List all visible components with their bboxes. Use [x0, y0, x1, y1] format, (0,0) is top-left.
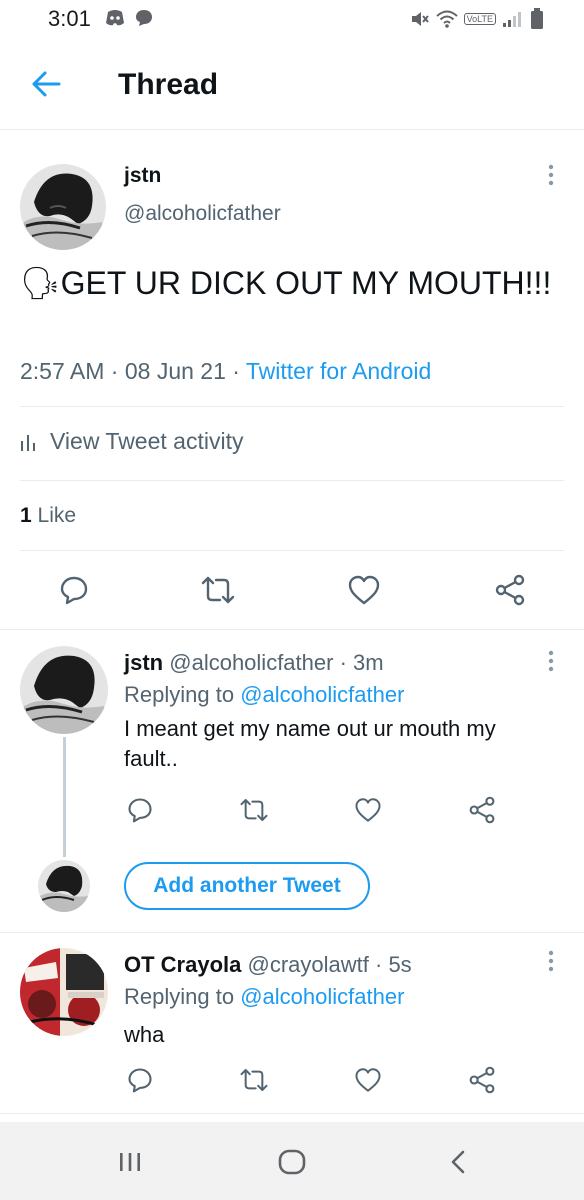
arrow-left-icon [32, 71, 61, 97]
wifi-icon [435, 10, 458, 28]
reply-tweet[interactable]: OT Crayola @crayolawtf · 5s Replying to … [0, 934, 584, 1114]
tweet-meta: 2:57 AM · 08 Jun 21 · Twitter for Androi… [20, 358, 432, 384]
likes-count[interactable]: 1 Like [20, 504, 76, 528]
divider [0, 932, 584, 933]
reply-button[interactable] [120, 1060, 160, 1100]
tweet-time: 2:57 AM [20, 358, 105, 384]
heart-icon [348, 575, 380, 605]
home-icon [278, 1149, 306, 1175]
reply-header: OT Crayola @crayolawtf · 5s [124, 952, 412, 977]
reply-text: I meant get my name out ur mouth my faul… [124, 716, 496, 771]
more-options-button[interactable] [536, 946, 566, 976]
share-icon [469, 796, 495, 824]
activity-label: View Tweet activity [50, 428, 244, 454]
like-button[interactable] [344, 570, 384, 610]
reply-author-name[interactable]: jstn [124, 650, 163, 675]
tweet-actions [0, 570, 584, 610]
bar-chart-icon [21, 434, 35, 451]
share-button[interactable] [462, 1060, 502, 1100]
volte-badge: VoLTE [463, 13, 496, 25]
retweet-button[interactable] [234, 790, 274, 830]
composer-avatar [38, 860, 90, 912]
home-button[interactable] [270, 1142, 314, 1182]
status-notification-icons [104, 8, 154, 28]
more-options-button[interactable] [536, 160, 566, 190]
like-button[interactable] [348, 1060, 388, 1100]
share-icon [495, 574, 525, 606]
status-time: 3:01 [48, 6, 91, 31]
divider [20, 406, 564, 407]
replying-to-handle[interactable]: @alcoholicfather [240, 682, 404, 707]
view-tweet-activity[interactable]: View Tweet activity [20, 428, 243, 455]
speaking-head-emoji: 🗣 [20, 265, 61, 301]
like-count-label: Like [37, 504, 77, 527]
share-button[interactable] [490, 570, 530, 610]
status-system-icons: VoLTE [410, 8, 544, 30]
more-options-button[interactable] [536, 646, 566, 676]
author-name[interactable]: jstn [124, 164, 161, 188]
reply-author-name[interactable]: OT Crayola [124, 952, 241, 977]
retweet-icon [240, 799, 268, 821]
system-nav-bar [0, 1122, 584, 1200]
page-title: Thread [118, 68, 219, 101]
tweet-text: 🗣GET UR DICK OUT MY MOUTH!!! [20, 262, 560, 304]
add-another-tweet-button[interactable]: Add another Tweet [124, 862, 370, 910]
avatar[interactable] [20, 948, 108, 1036]
author-handle[interactable]: @alcoholicfather [124, 202, 281, 226]
reply-button[interactable] [120, 790, 160, 830]
tweet-date: 08 Jun 21 [124, 358, 226, 384]
back-button[interactable] [26, 64, 66, 104]
share-icon [469, 1066, 495, 1094]
retweet-icon [201, 576, 235, 604]
replying-to: Replying to @alcoholicfather [124, 984, 405, 1009]
more-vertical-icon [548, 164, 554, 186]
chevron-left-icon [451, 1150, 465, 1174]
heart-icon [355, 798, 381, 822]
discord-icon [106, 10, 124, 26]
like-count-number: 1 [20, 504, 32, 527]
comment-icon [128, 798, 152, 823]
reply-text: wha [124, 1022, 165, 1047]
mute-icon [411, 12, 429, 26]
reply-age: 5s [388, 952, 412, 977]
avatar[interactable] [20, 164, 106, 250]
more-vertical-icon [548, 950, 554, 972]
signal-icon [503, 12, 521, 27]
divider [20, 550, 564, 551]
thread-connector-line [63, 737, 66, 857]
more-vertical-icon [548, 650, 554, 672]
retweet-button[interactable] [234, 1060, 274, 1100]
replying-to-handle[interactable]: @alcoholicfather [240, 984, 404, 1009]
retweet-icon [240, 1069, 268, 1091]
back-nav-button[interactable] [436, 1142, 480, 1182]
chat-bubble-icon [136, 10, 152, 26]
replying-to: Replying to @alcoholicfather [124, 682, 405, 707]
recent-apps-button[interactable] [108, 1142, 152, 1182]
reply-age: 3m [353, 650, 384, 675]
reply-author-handle[interactable]: @crayolawtf [248, 952, 369, 977]
reply-button[interactable] [54, 570, 94, 610]
recent-apps-icon [120, 1153, 140, 1171]
heart-icon [355, 1068, 381, 1092]
main-tweet: jstn @alcoholicfather 🗣GET UR DICK OUT M… [0, 130, 584, 630]
share-button[interactable] [462, 790, 502, 830]
comment-icon [128, 1068, 152, 1093]
reply-header: jstn @alcoholicfather · 3m [124, 650, 384, 675]
battery-icon [531, 8, 543, 29]
comment-icon [60, 576, 88, 605]
like-button[interactable] [348, 790, 388, 830]
divider [20, 480, 564, 481]
avatar[interactable] [20, 646, 108, 734]
reply-author-handle[interactable]: @alcoholicfather [169, 650, 333, 675]
retweet-button[interactable] [198, 570, 238, 610]
tweet-source-link[interactable]: Twitter for Android [246, 358, 431, 384]
status-bar: 3:01 VoLTE [0, 0, 584, 38]
tweet-text-body: GET UR DICK OUT MY MOUTH!!! [60, 265, 552, 301]
app-header: Thread [0, 38, 584, 130]
